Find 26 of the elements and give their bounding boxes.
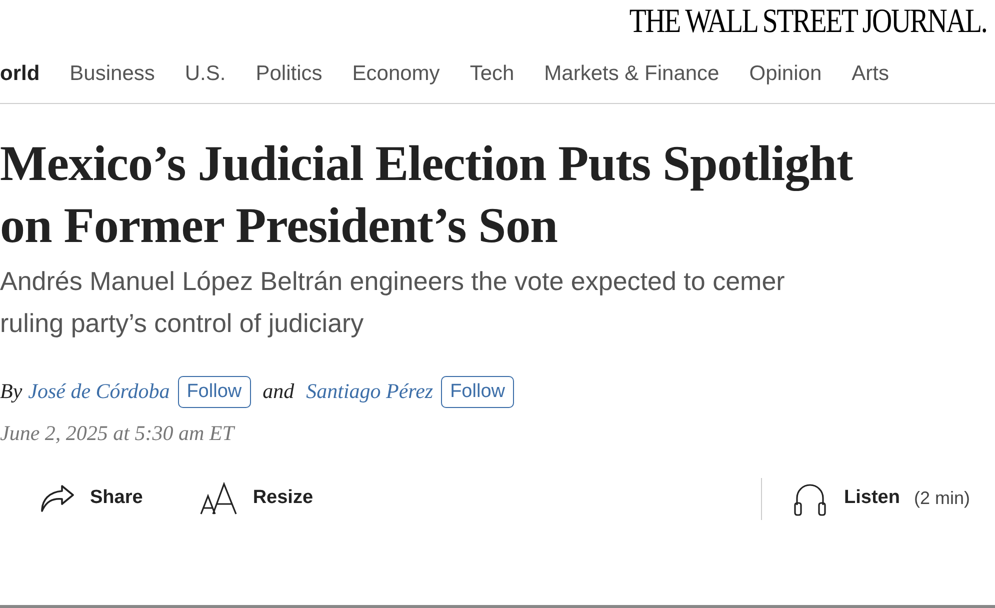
text-size-icon — [198, 482, 239, 516]
share-arrow-icon — [38, 482, 76, 514]
resize-button[interactable]: Resize — [198, 482, 314, 516]
nav-link[interactable]: Opinion — [749, 58, 822, 90]
nav-link[interactable]: Politics — [256, 58, 322, 90]
share-button[interactable]: Share — [38, 482, 143, 514]
nav-link[interactable]: Business — [70, 58, 155, 90]
author-link[interactable]: José de Córdoba — [28, 376, 170, 408]
logo[interactable]: THE WALL STREET JOURNAL. — [630, 2, 987, 44]
nav-link[interactable]: Arts — [852, 58, 889, 90]
follow-button[interactable]: Follow — [441, 376, 514, 408]
subheadline: ruling party’s control of judiciary — [0, 307, 365, 340]
nav-link[interactable]: U.S. — [184, 58, 226, 90]
subheadline: Andrés Manuel López Beltrán engineers the vote expected to cemer — [0, 265, 786, 298]
byline-label: By — [0, 378, 22, 406]
nav-link[interactable]: Markets & Finance — [544, 58, 720, 90]
author-link[interactable]: Santiago Pérez — [306, 376, 434, 408]
follow-button[interactable]: Follow — [178, 376, 251, 408]
nav-link[interactable]: Economy — [352, 58, 440, 90]
listen-duration: (2 min) — [914, 487, 970, 510]
byline-joiner: and — [262, 378, 294, 406]
nav-link[interactable]: orld — [0, 58, 40, 90]
headline: Mexico’s Judicial Election Puts Spotlight on Former President’s Son — [0, 134, 854, 255]
nav-link[interactable]: Tech — [470, 58, 514, 90]
listen-button[interactable]: Listen — [792, 480, 900, 516]
publish-date: June 2, 2025 at 5:30 am ET — [0, 420, 236, 447]
